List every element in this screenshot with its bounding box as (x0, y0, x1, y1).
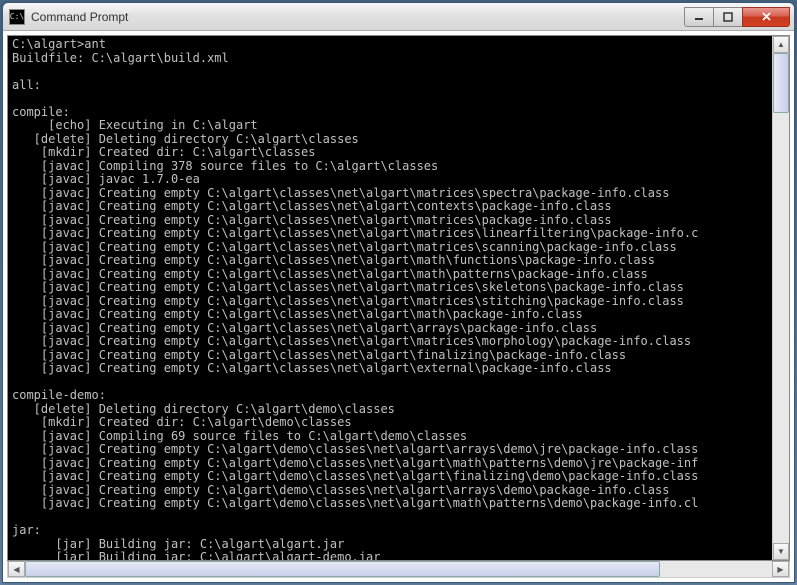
close-button[interactable] (742, 7, 790, 27)
console-area: C:\algart>ant Buildfile: C:\algart\build… (7, 35, 790, 561)
scroll-left-arrow[interactable]: ◀ (8, 561, 25, 577)
minimize-icon (694, 12, 704, 22)
scroll-up-arrow[interactable]: ▲ (773, 36, 789, 53)
maximize-icon (723, 12, 733, 22)
window-controls (685, 7, 790, 27)
window-title: Command Prompt (31, 10, 685, 24)
close-icon (761, 11, 772, 22)
horizontal-scrollbar[interactable]: ◀ ▶ (7, 561, 790, 578)
vscroll-track[interactable] (773, 53, 789, 543)
titlebar[interactable]: C:\ Command Prompt (3, 3, 794, 31)
console-output[interactable]: C:\algart>ant Buildfile: C:\algart\build… (8, 36, 772, 560)
hscroll-track[interactable] (25, 561, 772, 577)
scroll-down-arrow[interactable]: ▼ (773, 543, 789, 560)
minimize-button[interactable] (684, 7, 714, 27)
maximize-button[interactable] (713, 7, 743, 27)
vscroll-thumb[interactable] (773, 53, 789, 113)
hscroll-thumb[interactable] (25, 561, 660, 577)
app-icon: C:\ (9, 9, 25, 25)
scroll-right-arrow[interactable]: ▶ (772, 561, 789, 577)
command-prompt-window: C:\ Command Prompt C:\algart>ant Buildfi… (2, 2, 795, 583)
vertical-scrollbar[interactable]: ▲ ▼ (772, 36, 789, 560)
